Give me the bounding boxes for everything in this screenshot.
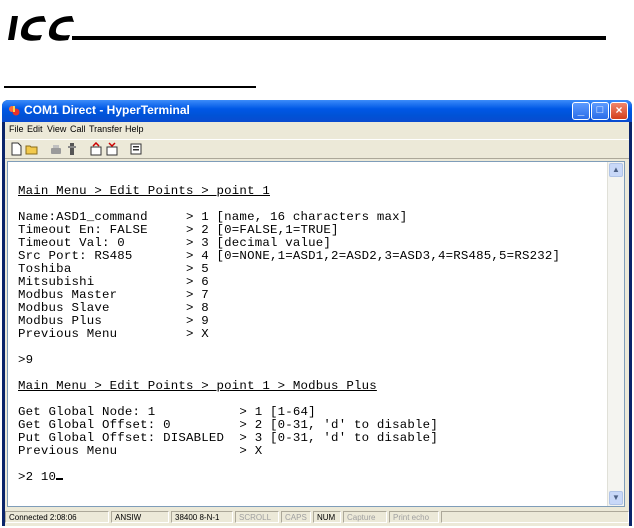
status-blank xyxy=(441,511,629,523)
menu-help[interactable]: Help xyxy=(125,124,144,134)
new-icon[interactable] xyxy=(9,142,23,156)
menu-file[interactable]: File xyxy=(9,124,24,134)
scroll-up-icon[interactable]: ▲ xyxy=(609,163,623,177)
terminal-line: Previous Menu > X xyxy=(18,327,209,341)
section-rule xyxy=(4,86,256,88)
terminal-input-text: >2 10 xyxy=(18,470,57,484)
open-icon[interactable] xyxy=(25,142,39,156)
scroll-down-icon[interactable]: ▼ xyxy=(609,491,623,505)
vertical-scrollbar[interactable]: ▲ ▼ xyxy=(607,162,624,506)
menu-transfer[interactable]: Transfer xyxy=(89,124,122,134)
send-icon[interactable] xyxy=(89,142,103,156)
terminal-line: Previous Menu > X xyxy=(18,444,263,458)
status-scroll: SCROLL xyxy=(235,511,279,523)
terminal-heading: Main Menu > Edit Points > point 1 > Modb… xyxy=(18,379,377,393)
menu-view[interactable]: View xyxy=(47,124,66,134)
hyperterminal-window: COM1 Direct - HyperTerminal _ □ × File E… xyxy=(2,100,632,526)
status-connected: Connected 2:08:06 xyxy=(5,511,109,523)
close-button[interactable]: × xyxy=(610,102,628,120)
menu-call[interactable]: Call xyxy=(70,124,86,134)
terminal-line: >9 xyxy=(18,353,34,367)
maximize-button[interactable]: □ xyxy=(591,102,609,120)
status-bar: Connected 2:08:06 ANSIW 38400 8-N-1 SCRO… xyxy=(5,509,629,526)
terminal-heading: Main Menu > Edit Points > point 1 xyxy=(18,184,270,198)
icc-logo xyxy=(8,16,74,41)
status-emulation: ANSIW xyxy=(111,511,169,523)
minimize-button[interactable]: _ xyxy=(572,102,590,120)
status-num: NUM xyxy=(313,511,341,523)
hyperterminal-app-icon xyxy=(9,106,20,116)
terminal-input-line[interactable]: >2 10 xyxy=(18,470,64,484)
receive-icon[interactable] xyxy=(105,142,119,156)
title-bar[interactable]: COM1 Direct - HyperTerminal _ □ × xyxy=(2,100,632,122)
text-cursor xyxy=(56,478,64,480)
terminal-screen[interactable]: Main Menu > Edit Points > point 1 Name:A… xyxy=(18,172,604,502)
status-caps: CAPS xyxy=(281,511,311,523)
properties-icon[interactable] xyxy=(129,142,143,156)
window-client-area: File Edit View Call Transfer Help Main M… xyxy=(5,122,629,526)
status-capture: Capture xyxy=(343,511,387,523)
connect-icon[interactable] xyxy=(49,142,63,156)
status-port-settings: 38400 8-N-1 xyxy=(171,511,233,523)
disconnect-icon[interactable] xyxy=(65,142,79,156)
terminal-frame: Main Menu > Edit Points > point 1 Name:A… xyxy=(7,161,625,507)
window-title: COM1 Direct - HyperTerminal xyxy=(24,103,190,117)
menu-edit[interactable]: Edit xyxy=(27,124,43,134)
header-rule xyxy=(72,36,606,40)
toolbar xyxy=(5,139,629,159)
status-print-echo: Print echo xyxy=(389,511,439,523)
menu-bar: File Edit View Call Transfer Help xyxy=(5,122,629,138)
